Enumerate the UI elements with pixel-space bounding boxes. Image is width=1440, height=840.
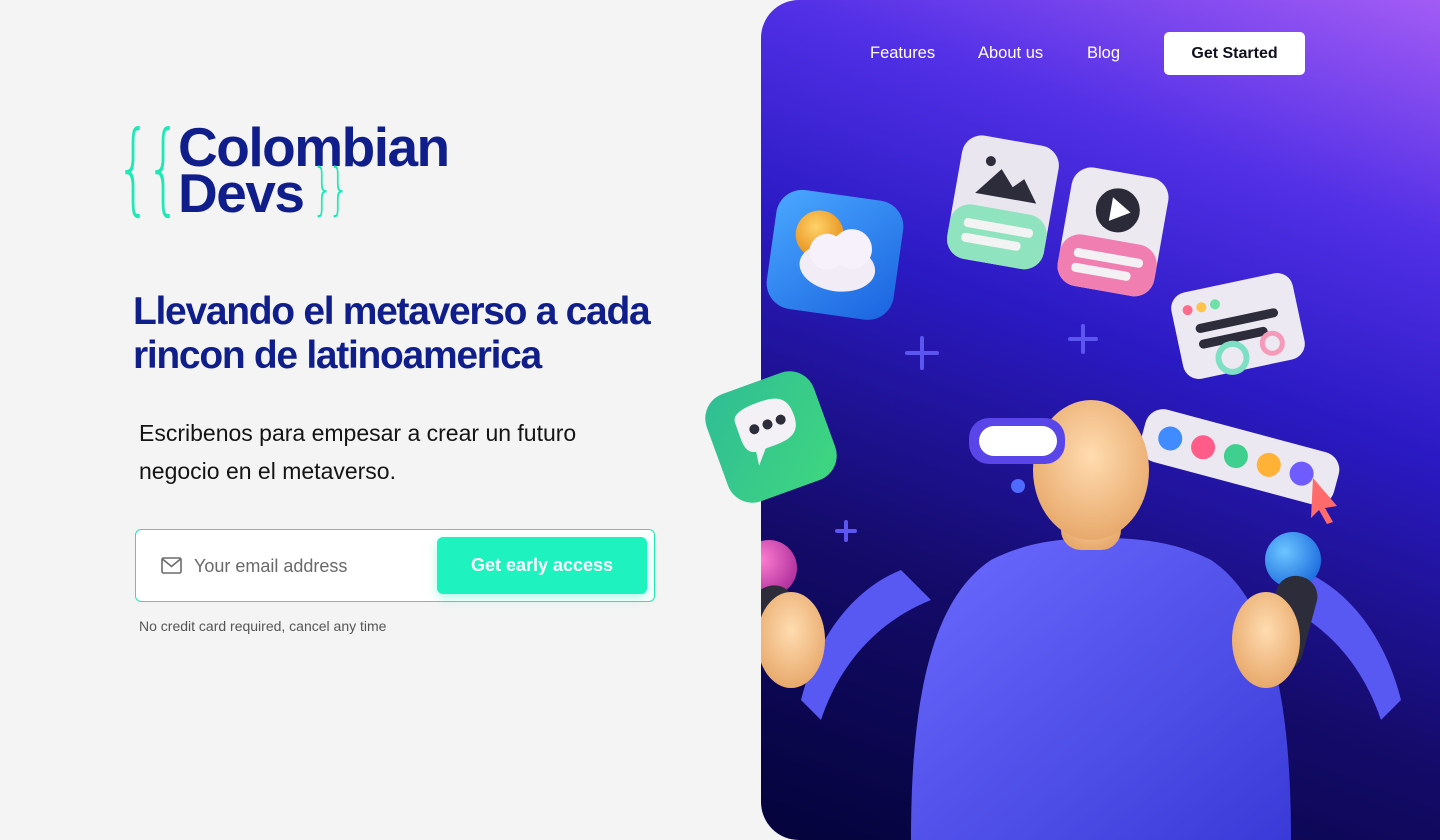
brand-logo[interactable]: { { Colombian Devs } } [116, 118, 476, 228]
logo-word-devs: Devs [178, 162, 305, 224]
hero-illustration [761, 135, 1401, 840]
logo-brace-open: { [146, 109, 181, 226]
hero-illustration-panel [761, 0, 1440, 840]
nav-link-features[interactable]: Features [870, 44, 935, 63]
image-card-icon [946, 135, 1059, 270]
get-started-button[interactable]: Get Started [1164, 32, 1305, 75]
weather-card-icon [766, 189, 904, 320]
nav-link-about-us[interactable]: About us [978, 44, 1043, 63]
nav-link-blog[interactable]: Blog [1087, 44, 1120, 63]
get-early-access-button[interactable]: Get early access [437, 537, 647, 594]
mail-icon [161, 557, 182, 574]
settings-card-icon [1171, 273, 1305, 379]
chat-bubble-icon [705, 371, 837, 503]
play-card-icon [1057, 167, 1169, 297]
email-input[interactable] [194, 550, 424, 582]
signup-fineprint: No credit card required, cancel any time [139, 618, 387, 634]
logo-brace-close: } [328, 157, 350, 222]
signup-form: Get early access [135, 529, 655, 602]
hero-subtext: Escribenos para empesar a crear un futur… [139, 420, 577, 484]
hero-headline: Llevando el metaverso a cada rincon de l… [133, 290, 651, 377]
